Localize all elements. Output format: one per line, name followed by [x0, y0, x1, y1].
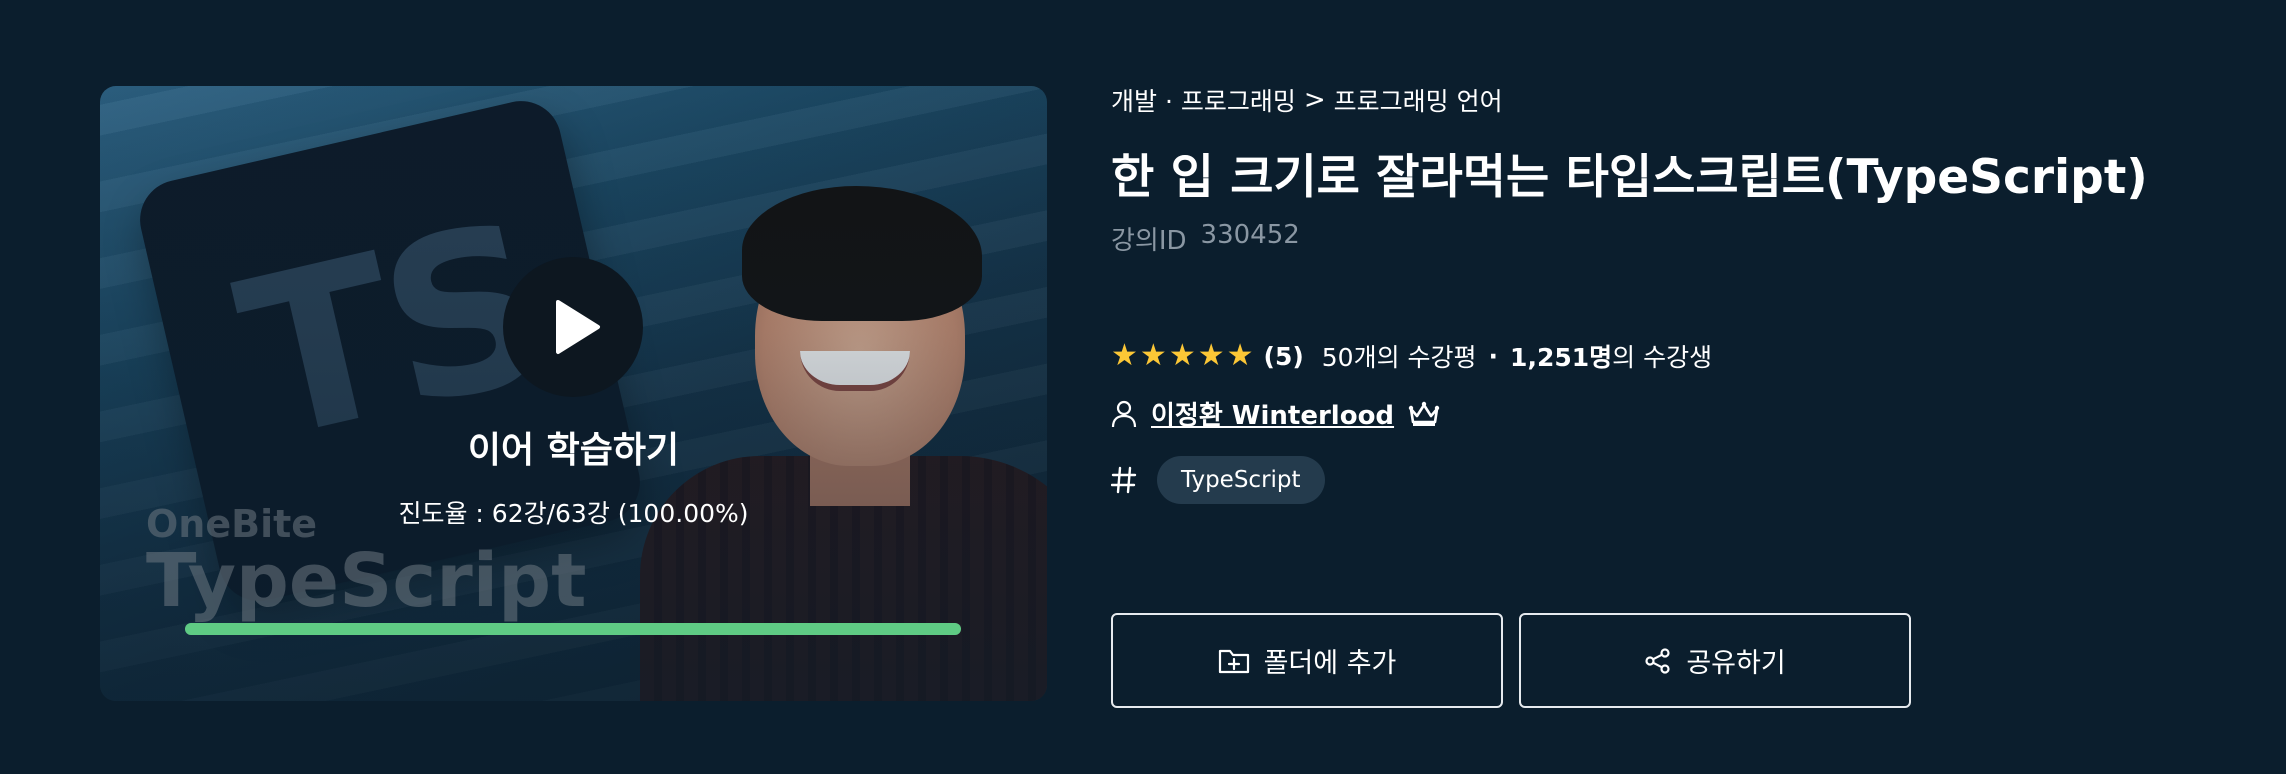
star-rating: ★ ★ ★ ★ ★	[1111, 341, 1254, 371]
share-icon	[1645, 647, 1670, 674]
progress-bar-fill	[185, 623, 961, 635]
progress-bar	[185, 623, 961, 635]
chevron-right-icon: >	[1303, 85, 1326, 115]
star-icon: ★	[1111, 338, 1138, 373]
tag-typescript[interactable]: TypeScript	[1157, 456, 1325, 504]
course-title: 한 입 크기로 잘라먹는 타입스크립트(TypeScript)	[1111, 150, 2148, 205]
play-button[interactable]	[503, 257, 643, 397]
share-label: 공유하기	[1686, 648, 1786, 679]
progress-text: 진도율 : 62강/63강 (100.00%)	[398, 499, 749, 528]
review-count-link[interactable]: 50개의 수강평	[1322, 338, 1477, 374]
student-count: 1,251명	[1510, 343, 1613, 372]
rating-row: ★ ★ ★ ★ ★ (5) 50개의 수강평 · 1,251명 의 수강생	[1111, 338, 1712, 374]
star-icon: ★	[1139, 338, 1167, 373]
play-icon	[556, 300, 600, 354]
star-icon: ★	[1226, 338, 1254, 373]
add-to-folder-label: 폴더에 추가	[1263, 648, 1397, 679]
resume-learning-button[interactable]: 이어 학습하기	[100, 421, 1047, 473]
instructor-row: 이정환 Winterlood	[1111, 395, 1440, 432]
add-to-folder-button[interactable]: 폴더에 추가	[1111, 613, 1503, 708]
breadcrumb: 개발 · 프로그래밍 > 프로그래밍 언어	[1111, 82, 1503, 118]
folder-add-icon	[1218, 649, 1249, 673]
crown-icon	[1408, 401, 1440, 426]
course-id-value: 330452	[1200, 220, 1300, 250]
separator-dot: ·	[1488, 341, 1499, 371]
student-count-suffix: 의 수강생	[1612, 343, 1713, 372]
action-buttons: 폴더에 추가 공유하기	[1111, 613, 1911, 708]
rating-score: (5)	[1263, 341, 1304, 371]
course-header: TS OneBite TypeScript 이어 학습하기 진도율 : 62강/…	[0, 0, 2286, 774]
course-info: 개발 · 프로그래밍 > 프로그래밍 언어 한 입 크기로 잘라먹는 타입스크립…	[1111, 0, 2211, 774]
tag-row: TypeScript	[1111, 456, 1325, 504]
hashtag-icon	[1111, 466, 1137, 494]
course-id-label: 강의ID	[1111, 226, 1187, 256]
user-icon	[1111, 400, 1137, 427]
star-icon: ★	[1197, 338, 1225, 373]
course-thumbnail[interactable]: TS OneBite TypeScript 이어 학습하기 진도율 : 62강/…	[100, 86, 1047, 701]
breadcrumb-category[interactable]: 개발 · 프로그래밍	[1111, 82, 1296, 118]
share-button[interactable]: 공유하기	[1519, 613, 1911, 708]
breadcrumb-subcategory[interactable]: 프로그래밍 언어	[1334, 82, 1503, 118]
course-id: 강의ID 330452	[1111, 220, 1300, 257]
star-icon: ★	[1168, 338, 1196, 373]
instructor-name-link[interactable]: 이정환 Winterlood	[1151, 395, 1394, 432]
